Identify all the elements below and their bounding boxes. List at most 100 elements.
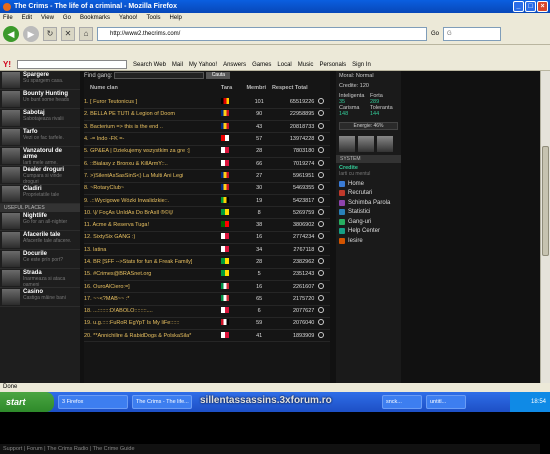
gang-view-cell[interactable] — [318, 194, 330, 208]
yahoo-music[interactable]: Music — [298, 62, 314, 68]
back-button[interactable]: ◀ — [3, 25, 19, 42]
photo-3[interactable] — [377, 136, 393, 152]
menu-view[interactable]: View — [41, 15, 54, 21]
maximize-button[interactable]: □ — [525, 1, 536, 12]
gang-name-cell[interactable]: 8. ~RotaryClub~ — [84, 182, 221, 195]
gang-search-button[interactable]: Cauta — [206, 72, 231, 79]
gang-view-cell[interactable] — [318, 132, 330, 146]
yahoo-search-web[interactable]: Search Web — [133, 62, 166, 68]
gang-view-cell[interactable] — [318, 305, 330, 318]
menu-help[interactable]: Help — [170, 15, 182, 21]
yahoo-answers[interactable]: Answers — [223, 62, 246, 68]
forward-button[interactable]: ▶ — [23, 25, 39, 42]
photo-1[interactable] — [339, 136, 355, 152]
magnifier-icon[interactable] — [318, 97, 325, 104]
yahoo-sign-in[interactable]: Sign In — [352, 62, 371, 68]
home-icon[interactable]: ⌂ — [79, 26, 93, 41]
sidebar-item-3[interactable]: Tarfo Vezi ce fac tarfele. — [0, 128, 80, 147]
useful-place-item-4[interactable]: Casino Castiga mâine bani — [0, 288, 80, 307]
menu-link-6[interactable]: Iesire — [336, 236, 401, 246]
taskbar-item-4[interactable]: untitl... — [426, 395, 466, 409]
gang-view-cell[interactable] — [318, 280, 330, 294]
magnifier-icon[interactable] — [318, 245, 325, 252]
magnifier-icon[interactable] — [318, 233, 325, 240]
taskbar-item-2[interactable]: The Crims - The life... — [132, 395, 192, 409]
address-bar[interactable]: http://www2.thecrims.com/ — [97, 26, 427, 41]
magnifier-icon[interactable] — [318, 147, 325, 154]
gang-name-cell[interactable]: 4. -= Indo -FK =- — [84, 132, 221, 146]
gang-view-cell[interactable] — [318, 206, 330, 220]
menu-link-2[interactable]: Schimba Parola — [336, 198, 401, 208]
gang-view-cell[interactable] — [318, 231, 330, 245]
col-header-members[interactable]: Membri — [246, 80, 272, 96]
magnifier-icon[interactable] — [318, 282, 325, 289]
vertical-scrollbar[interactable] — [540, 71, 550, 383]
magnifier-icon[interactable] — [318, 184, 325, 191]
useful-place-item-2[interactable]: Docurile Ce este prín port? — [0, 250, 80, 269]
credite-link[interactable]: Credite Iarti cu mentul — [336, 163, 401, 179]
gang-view-cell[interactable] — [318, 96, 330, 109]
magnifier-icon[interactable] — [318, 196, 325, 203]
gang-view-cell[interactable] — [318, 108, 330, 122]
gang-view-cell[interactable] — [318, 292, 330, 306]
magnifier-icon[interactable] — [318, 319, 325, 326]
gang-view-cell[interactable] — [318, 218, 330, 232]
useful-place-item-3[interactable]: Strada Inarmeaza si ataca oameni — [0, 269, 80, 288]
sidebar-item-2[interactable]: Sabotaj Sabotajeaza rivalii — [0, 109, 80, 128]
menu-bookmarks[interactable]: Bookmarks — [80, 15, 110, 21]
gang-name-cell[interactable]: 7. >)SilentAsSasSinS<) La Multi Ani Legi — [84, 169, 221, 183]
gang-view-cell[interactable] — [318, 243, 330, 257]
magnifier-icon[interactable] — [318, 270, 325, 277]
menu-link-0[interactable]: Home — [336, 179, 401, 189]
menu-link-4[interactable]: Gang-uri — [336, 217, 401, 227]
menu-link-5[interactable]: Help Center — [336, 227, 401, 237]
magnifier-icon[interactable] — [318, 294, 325, 301]
gang-name-cell[interactable]: 15. #Crimes@BRASnet.org — [84, 268, 221, 281]
menu-edit[interactable]: Edit — [22, 15, 32, 21]
yahoo-my-yahoo[interactable]: My Yahoo! — [189, 62, 217, 68]
minimize-button[interactable]: _ — [513, 1, 524, 12]
menu-yahoo[interactable]: Yahoo! — [119, 15, 138, 21]
sidebar-item-4[interactable]: Vanzatorul de arme Iarti mele arme. — [0, 147, 80, 166]
menu-link-3[interactable]: Statistici — [336, 208, 401, 218]
gang-name-cell[interactable]: 16. OuroAlCiero:=] — [84, 280, 221, 294]
page-footer[interactable]: Support | Forum | The Crims Radio | The … — [0, 444, 540, 454]
col-header-respect[interactable]: Respect Total — [272, 80, 318, 96]
start-button[interactable]: start — [0, 392, 54, 412]
sidebar-item-0[interactable]: Spargere Su spargem casa. — [0, 71, 80, 90]
useful-place-item-1[interactable]: Afacerile tale Afacerile tale afacere. — [0, 231, 80, 250]
scrollbar-thumb[interactable] — [542, 146, 549, 256]
gang-name-cell[interactable]: 2. BELLA PE TUTI & Legion of Doom — [84, 108, 221, 122]
magnifier-icon[interactable] — [318, 159, 325, 166]
menu-file[interactable]: File — [3, 15, 13, 21]
menu-go[interactable]: Go — [63, 15, 71, 21]
taskbar-item-3[interactable]: snck... — [382, 395, 422, 409]
gang-view-cell[interactable] — [318, 145, 330, 158]
reload-icon[interactable]: ↻ — [43, 26, 57, 41]
gang-name-cell[interactable]: 20. **Annichilire & RabidDogs & PolskaSi… — [84, 329, 221, 343]
magnifier-icon[interactable] — [318, 135, 325, 142]
gang-name-cell[interactable]: 3. Bacterium => this is the end .. — [84, 120, 221, 134]
sidebar-item-1[interactable]: Bounty Hunting Un bunt some heads — [0, 90, 80, 109]
photo-2[interactable] — [358, 136, 374, 152]
gang-name-cell[interactable]: 6. ::Bialasy z Bronxu & KillArmY::.. — [84, 157, 221, 171]
gang-view-cell[interactable] — [318, 268, 330, 281]
magnifier-icon[interactable] — [318, 307, 325, 314]
yahoo-local[interactable]: Local — [277, 62, 291, 68]
gang-name-cell[interactable]: 5. GP&EA | Dziekujemy wszystkim za gre :… — [84, 145, 221, 158]
magnifier-icon[interactable] — [318, 171, 325, 178]
close-button[interactable]: × — [537, 1, 548, 12]
yahoo-logo[interactable]: Y! — [3, 60, 11, 69]
magnifier-icon[interactable] — [318, 331, 325, 338]
sidebar-item-6[interactable]: Cladiri Proprietatile tale — [0, 185, 80, 204]
gang-view-cell[interactable] — [318, 169, 330, 183]
menu-link-1[interactable]: Recrutari — [336, 189, 401, 199]
gang-name-cell[interactable]: 11. Acme & Reserva Tuga! — [84, 218, 221, 232]
gang-name-cell[interactable]: 1. [ Furor Teutonicus ] — [84, 96, 221, 109]
search-box[interactable]: G — [443, 26, 502, 41]
gang-name-cell[interactable]: 10. \|/ FoçAs UnIdAs Do BrAsIl ®©\|/ — [84, 206, 221, 220]
gang-view-cell[interactable] — [318, 317, 330, 331]
gang-search-input[interactable] — [114, 72, 205, 79]
col-header-name[interactable]: Nume clan — [84, 80, 221, 96]
magnifier-icon[interactable] — [318, 208, 325, 215]
